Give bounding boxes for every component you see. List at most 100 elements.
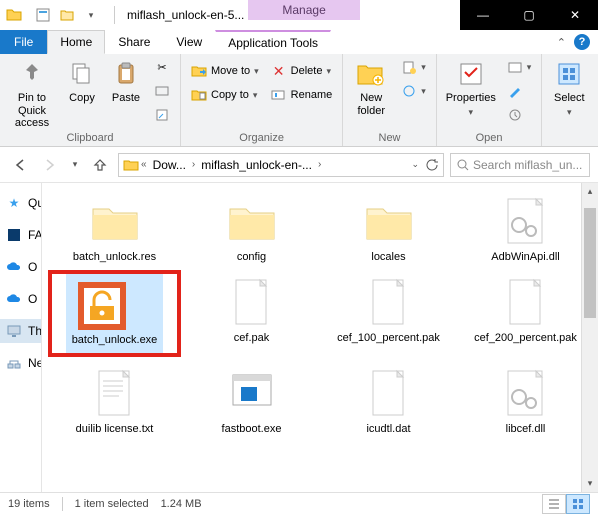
qat-newfolder-icon[interactable]	[56, 4, 78, 26]
icons-view-button[interactable]	[566, 494, 590, 514]
tab-share[interactable]: Share	[105, 30, 163, 54]
breadcrumb-chevron-icon[interactable]: ›	[318, 159, 321, 170]
vertical-scrollbar[interactable]: ▴ ▾	[581, 183, 598, 492]
folder-icon	[123, 157, 139, 173]
breadcrumb-item[interactable]: miflash_unlock-en-...	[197, 158, 316, 172]
search-box[interactable]: Search miflash_un...	[450, 153, 590, 177]
files-area[interactable]: batch_unlock.res config locales AdbWinAp…	[42, 183, 598, 492]
navpane-item-this-pc[interactable]: Th	[0, 319, 41, 343]
file-tab[interactable]: File	[0, 30, 47, 54]
address-bar[interactable]: « Dow... › miflash_unlock-en-... › ⌄	[118, 153, 444, 177]
scroll-down-button[interactable]: ▾	[582, 475, 598, 492]
file-name: cef_200_percent.pak	[474, 332, 577, 345]
pin-to-quick-access-button[interactable]: Pin to Quick access	[6, 56, 58, 132]
title-bar: ▾ miflash_unlock-en-5... Manage — ▢ ✕	[0, 0, 598, 30]
blank-file-icon	[494, 274, 558, 330]
file-name: locales	[371, 251, 405, 264]
file-name: libcef.dll	[506, 423, 546, 436]
window-title: miflash_unlock-en-5...	[127, 8, 244, 22]
copy-to-button[interactable]: Copy to ▾	[187, 84, 263, 106]
status-item-count: 19 items	[8, 498, 50, 510]
file-name: cef_100_percent.pak	[337, 332, 440, 345]
file-item[interactable]: cef.pak	[185, 270, 318, 357]
recent-locations-button[interactable]: ▾	[68, 153, 82, 177]
move-to-button[interactable]: Move to ▾	[187, 60, 263, 82]
file-item[interactable]: fastboot.exe	[185, 361, 318, 438]
file-name: fastboot.exe	[222, 423, 282, 436]
navpane-item-onedrive[interactable]: O	[0, 287, 41, 311]
back-button[interactable]	[8, 153, 32, 177]
tab-application-tools[interactable]: Application Tools	[215, 30, 331, 54]
file-item[interactable]: cef_200_percent.pak	[459, 270, 592, 357]
chevron-down-icon: ▾	[421, 86, 426, 97]
tab-home[interactable]: Home	[47, 30, 105, 54]
scroll-thumb[interactable]	[584, 208, 596, 318]
scroll-track[interactable]	[582, 200, 598, 475]
scroll-up-button[interactable]: ▴	[582, 183, 598, 200]
app-folder-icon	[6, 7, 22, 23]
file-name: batch_unlock.res	[73, 251, 156, 264]
file-item[interactable]: libcef.dll	[459, 361, 592, 438]
cut-button[interactable]: ✂	[150, 56, 174, 78]
paste-button[interactable]: Paste	[106, 56, 146, 107]
maximize-button[interactable]: ▢	[506, 0, 552, 30]
paste-shortcut-button[interactable]	[150, 104, 174, 126]
new-folder-icon	[355, 58, 387, 90]
file-item[interactable]: cef_100_percent.pak	[322, 270, 455, 357]
navpane-item-label: O	[28, 292, 37, 306]
open-button[interactable]: ▾	[503, 56, 536, 78]
up-button[interactable]	[88, 153, 112, 177]
group-label: Open	[443, 132, 536, 146]
forward-button[interactable]	[38, 153, 62, 177]
chevron-down-icon: ▾	[469, 107, 474, 118]
rename-button[interactable]: Rename	[267, 84, 337, 106]
delete-button[interactable]: ✕ Delete ▾	[267, 60, 337, 82]
paste-shortcut-icon	[154, 107, 170, 123]
copy-path-button[interactable]	[150, 80, 174, 102]
properties-button[interactable]: Properties ▾	[443, 56, 499, 120]
new-item-button[interactable]: ▾	[397, 56, 430, 78]
contextual-label: Manage	[248, 0, 359, 20]
help-icon[interactable]: ?	[574, 34, 590, 50]
collapse-ribbon-icon[interactable]: ⌃	[557, 36, 566, 49]
navpane-item-quick-access[interactable]: ★Qu	[0, 191, 41, 215]
file-item[interactable]: config	[185, 189, 318, 266]
ribbon-group-organize: Move to ▾ Copy to ▾ ✕ Delete ▾ Rename	[181, 54, 343, 146]
copy-button[interactable]: Copy	[62, 56, 102, 107]
navpane-item-network[interactable]: Ne	[0, 351, 41, 375]
refresh-button[interactable]	[425, 158, 439, 172]
file-item[interactable]: icudtl.dat	[322, 361, 455, 438]
cloud-icon	[6, 259, 22, 275]
file-item[interactable]: AdbWinApi.dll	[459, 189, 592, 266]
title-bar-left: ▾ miflash_unlock-en-5...	[0, 0, 244, 30]
files-grid: batch_unlock.res config locales AdbWinAp…	[42, 183, 598, 445]
file-item[interactable]: batch_unlock.res	[48, 189, 181, 266]
navpane-item[interactable]: FA	[0, 223, 41, 247]
file-tab-label: File	[14, 35, 33, 49]
close-button[interactable]: ✕	[552, 0, 598, 30]
minimize-button[interactable]: —	[460, 0, 506, 30]
breadcrumb-chevron-icon[interactable]: ›	[192, 159, 195, 170]
minimize-icon: —	[477, 8, 489, 22]
edit-button[interactable]	[503, 80, 536, 102]
history-button[interactable]	[503, 104, 536, 126]
ribbon-group-open: Properties ▾ ▾ Open	[437, 54, 543, 146]
ribbon: Pin to Quick access Copy Paste ✂ Clipboa…	[0, 54, 598, 147]
new-folder-button[interactable]: New folder	[349, 56, 393, 119]
navpane-item-onedrive[interactable]: O	[0, 255, 41, 279]
navigation-pane[interactable]: ★Qu FA O O Th Ne	[0, 183, 42, 492]
quick-access-toolbar: ▾	[32, 4, 102, 26]
tab-view[interactable]: View	[163, 30, 215, 54]
exe-icon	[220, 365, 284, 421]
easy-access-button[interactable]: ▾	[397, 80, 430, 102]
select-button[interactable]: Select ▾	[548, 56, 590, 120]
details-view-button[interactable]	[542, 494, 566, 514]
address-dropdown-icon[interactable]: ⌄	[411, 159, 419, 170]
file-item-selected[interactable]: batch_unlock.exe	[48, 270, 181, 357]
qat-dropdown-icon[interactable]: ▾	[80, 4, 102, 26]
navpane-item-label: O	[28, 260, 37, 274]
file-item[interactable]: locales	[322, 189, 455, 266]
file-item[interactable]: duilib license.txt	[48, 361, 181, 438]
qat-properties-icon[interactable]	[32, 4, 54, 26]
breadcrumb-item[interactable]: Dow...	[149, 158, 190, 172]
